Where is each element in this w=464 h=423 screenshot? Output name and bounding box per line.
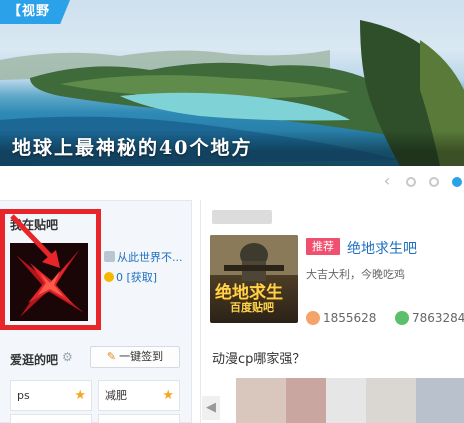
bar-thumbnail[interactable]: 绝地求生 百度贴吧 bbox=[210, 235, 298, 323]
favorite-bar-ps[interactable]: ps ★ bbox=[10, 380, 92, 411]
carousel-dot[interactable] bbox=[429, 177, 439, 187]
post-count: 7863284 bbox=[395, 311, 464, 325]
banner-caption: 地球上最神秘的40个地方 bbox=[0, 130, 464, 166]
eye-icon: 【 bbox=[8, 4, 23, 19]
star-icon: ★ bbox=[162, 388, 174, 403]
carousel-dot[interactable] bbox=[406, 177, 416, 187]
coin-link[interactable]: 0 [获取] bbox=[104, 269, 157, 285]
user-level-icon bbox=[104, 251, 115, 262]
sign-all-label: 一键签到 bbox=[119, 350, 164, 363]
coin-text: 0 [获取] bbox=[116, 271, 158, 284]
blurred-header bbox=[212, 210, 272, 224]
feed-prev-arrow[interactable]: ◀ bbox=[202, 396, 220, 420]
comment-icon bbox=[395, 311, 409, 325]
star-icon: ★ bbox=[74, 388, 86, 403]
user-icon bbox=[306, 311, 320, 325]
post-count-value: 7863284 bbox=[412, 311, 464, 325]
favorite-bar-jianfei[interactable]: 减肥 ★ bbox=[98, 380, 180, 411]
topic-title-link[interactable]: 动漫cp哪家强？ bbox=[212, 348, 305, 367]
username-text: 从此世界不... bbox=[117, 251, 183, 264]
favorites-title: 爱逛的吧 bbox=[10, 353, 59, 367]
bar-description: 大吉大利，今晚吃鸡 bbox=[306, 268, 405, 281]
banner-tag-label: 视野 bbox=[22, 4, 51, 19]
pencil-icon: ✎ bbox=[106, 350, 117, 363]
blurred-image-strip[interactable] bbox=[226, 378, 464, 423]
carousel-prev-arrow[interactable]: ‹ bbox=[380, 172, 394, 190]
member-count: 1855628 bbox=[306, 311, 376, 325]
red-arrow-annotation bbox=[10, 214, 60, 268]
favorite-bar-more[interactable] bbox=[10, 414, 92, 423]
banner-image[interactable]: 【视野 地球上最神秘的40个地方 bbox=[0, 0, 464, 166]
carousel-dot-active[interactable] bbox=[452, 177, 462, 187]
banner-tag[interactable]: 【视野 bbox=[0, 0, 70, 24]
favorite-bar-more[interactable] bbox=[98, 414, 180, 423]
favorite-bar-name: 减肥 bbox=[105, 389, 127, 402]
sign-all-button[interactable]: ✎ 一键签到 bbox=[90, 346, 180, 368]
gear-icon[interactable]: ⚙ bbox=[62, 351, 74, 363]
favorite-bar-name: ps bbox=[17, 389, 30, 402]
bar-name-link[interactable]: 绝地求生吧 bbox=[347, 238, 417, 258]
thumb-subtitle: 百度贴吧 bbox=[230, 301, 274, 314]
recommend-badge: 推荐 bbox=[306, 238, 340, 255]
coin-icon bbox=[104, 272, 114, 282]
username-link[interactable]: 从此世界不... bbox=[104, 249, 183, 265]
member-count-value: 1855628 bbox=[323, 311, 377, 325]
